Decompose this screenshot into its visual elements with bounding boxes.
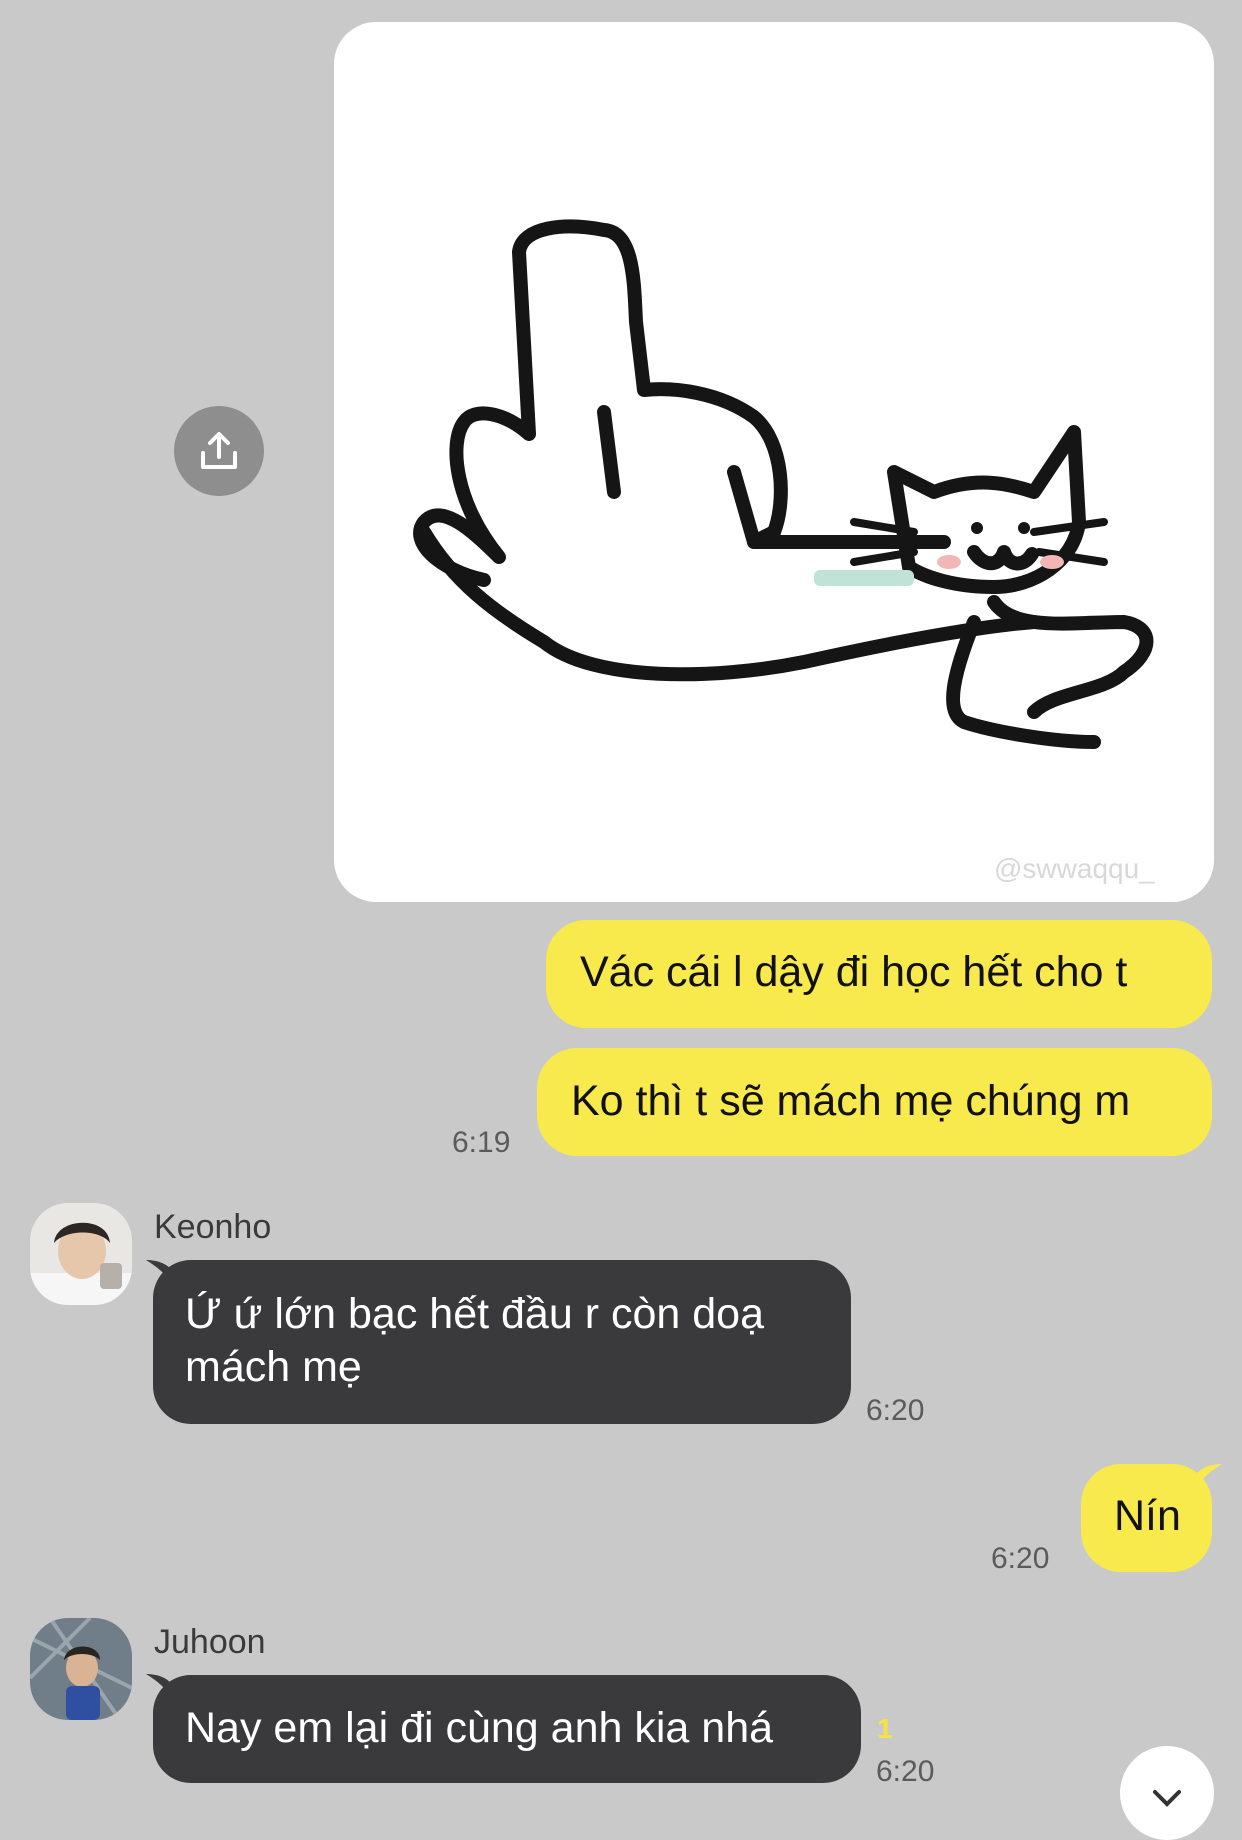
message-time: 6:19 xyxy=(452,1126,511,1159)
message-text: Nay em lại đi cùng anh kia nhá xyxy=(185,1704,774,1752)
avatar-keonho[interactable] xyxy=(30,1203,132,1305)
image-watermark: @swwaqqu_ xyxy=(994,853,1155,884)
bubble-tail xyxy=(1192,1464,1222,1492)
share-button[interactable] xyxy=(174,406,264,496)
message-text: Ứ ứ lớn bạc hết đầu r còn doạ mách mẹ xyxy=(185,1290,764,1391)
message-time: 6:20 xyxy=(876,1755,935,1788)
sticker-image: @swwaqqu_ xyxy=(413,219,1155,884)
unread-count-badge: 1 xyxy=(877,1713,893,1744)
share-icon xyxy=(201,432,237,469)
message-time: 6:20 xyxy=(866,1394,925,1427)
message-text: Vác cái l dậy đi học hết cho t xyxy=(580,948,1128,996)
message-time: 6:20 xyxy=(991,1542,1050,1575)
avatar-juhoon[interactable] xyxy=(30,1618,132,1720)
chevron-down-icon xyxy=(1153,1790,1181,1807)
sender-name: Keonho xyxy=(154,1208,272,1246)
received-message-juhoon[interactable]: Nay em lại đi cùng anh kia nhá xyxy=(153,1675,861,1783)
message-text: Nín xyxy=(1114,1492,1181,1540)
scroll-to-bottom-button[interactable] xyxy=(1120,1746,1214,1840)
received-message-keonho[interactable]: Ứ ứ lớn bạc hết đầu r còn doạ mách mẹ xyxy=(153,1260,851,1424)
sender-name: Juhoon xyxy=(154,1623,266,1661)
image-message[interactable]: @swwaqqu_ xyxy=(334,22,1214,902)
sent-message-2[interactable]: Ko thì t sẽ mách mẹ chúng m xyxy=(537,1048,1212,1156)
message-text: Ko thì t sẽ mách mẹ chúng m xyxy=(571,1077,1131,1125)
sent-message-1[interactable]: Vác cái l dậy đi học hết cho t xyxy=(546,920,1212,1028)
